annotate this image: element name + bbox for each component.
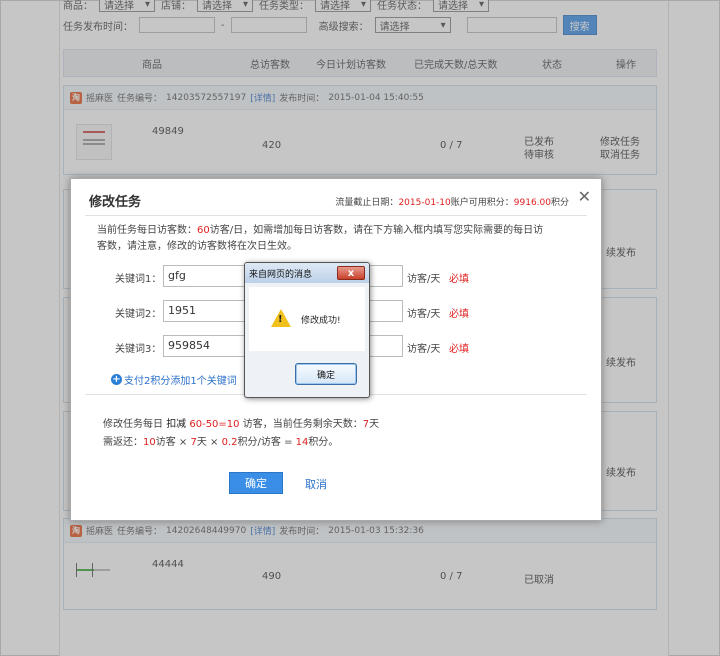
alert-body: ! 修改成功! bbox=[249, 287, 365, 351]
summary-text: 扣减 bbox=[166, 419, 187, 430]
points-label: 账户可用积分： bbox=[450, 198, 514, 208]
summary-text: 需返还： bbox=[103, 437, 143, 448]
alert-dialog: 来自网页的消息 x ! 修改成功! 确定 bbox=[244, 262, 370, 398]
modal-title: 修改任务 bbox=[89, 195, 142, 210]
alert-ok-button[interactable]: 确定 bbox=[295, 363, 357, 385]
summary-text: 积分/访客 = bbox=[237, 437, 296, 448]
keyword-unit: 访客/天 bbox=[407, 309, 441, 320]
modal-account-info: 流量截止日期：2015-01-10账户可用积分：9916.00积分 bbox=[335, 195, 569, 208]
alert-title: 来自网页的消息 bbox=[249, 269, 313, 280]
points-unit: 积分 bbox=[550, 198, 569, 208]
close-icon[interactable]: ✕ bbox=[578, 187, 591, 206]
warning-mark: ! bbox=[278, 314, 283, 325]
notice-value: 60 bbox=[197, 225, 210, 236]
alert-message: 修改成功! bbox=[301, 316, 341, 326]
keyword-required: 必填 bbox=[449, 344, 469, 355]
summary-text: 积分。 bbox=[308, 437, 339, 448]
summary-text: 天 bbox=[369, 419, 380, 430]
summary-text: 修改任务每日 bbox=[103, 419, 167, 430]
notice-text-1: 当前任务每日访客数： bbox=[97, 225, 197, 236]
close-icon[interactable]: x bbox=[337, 266, 365, 280]
summary-text: 天 × bbox=[196, 437, 222, 448]
summary-value: 10 bbox=[143, 437, 156, 448]
summary-value: 60-50=10 bbox=[186, 419, 240, 430]
modal-divider bbox=[85, 215, 587, 216]
keyword-label: 关键词1： bbox=[115, 274, 162, 285]
keyword-label: 关键词2： bbox=[115, 309, 162, 320]
alert-titlebar: 来自网页的消息 x bbox=[245, 263, 369, 283]
refund-summary: 需返还：10访客 × 7天 × 0.2积分/访客 = 14积分。 bbox=[103, 433, 338, 448]
summary-text: 访客 × bbox=[155, 437, 191, 448]
keyword-unit: 访客/天 bbox=[407, 344, 441, 355]
add-keyword-label: 支付2积分添加1个关键词 bbox=[124, 376, 237, 387]
keyword-label: 关键词3： bbox=[115, 344, 162, 355]
deadline-value: 2015-01-10 bbox=[398, 198, 451, 208]
summary-value: 14 bbox=[295, 437, 309, 448]
keyword-required: 必填 bbox=[449, 309, 469, 320]
modal-notice: 当前任务每日访客数：60访客/日，如需增加每日访客数，请在下方输入框内填写您实际… bbox=[97, 223, 547, 255]
add-keyword-button[interactable]: + 支付2积分添加1个关键词 bbox=[111, 372, 237, 387]
points-value: 9916.00 bbox=[513, 198, 551, 208]
summary-text: 访客，当前任务剩余天数： bbox=[239, 419, 363, 430]
plus-icon: + bbox=[111, 374, 122, 385]
cancel-button[interactable]: 取消 bbox=[305, 476, 327, 492]
deduction-summary: 修改任务每日 扣减 60-50=10 访客，当前任务剩余天数：7天 bbox=[103, 415, 379, 430]
summary-value: 0.2 bbox=[221, 437, 238, 448]
keyword-required: 必填 bbox=[449, 274, 469, 285]
keyword-unit: 访客/天 bbox=[407, 274, 441, 285]
confirm-button[interactable]: 确定 bbox=[229, 472, 283, 494]
deadline-label: 流量截止日期： bbox=[335, 198, 399, 208]
